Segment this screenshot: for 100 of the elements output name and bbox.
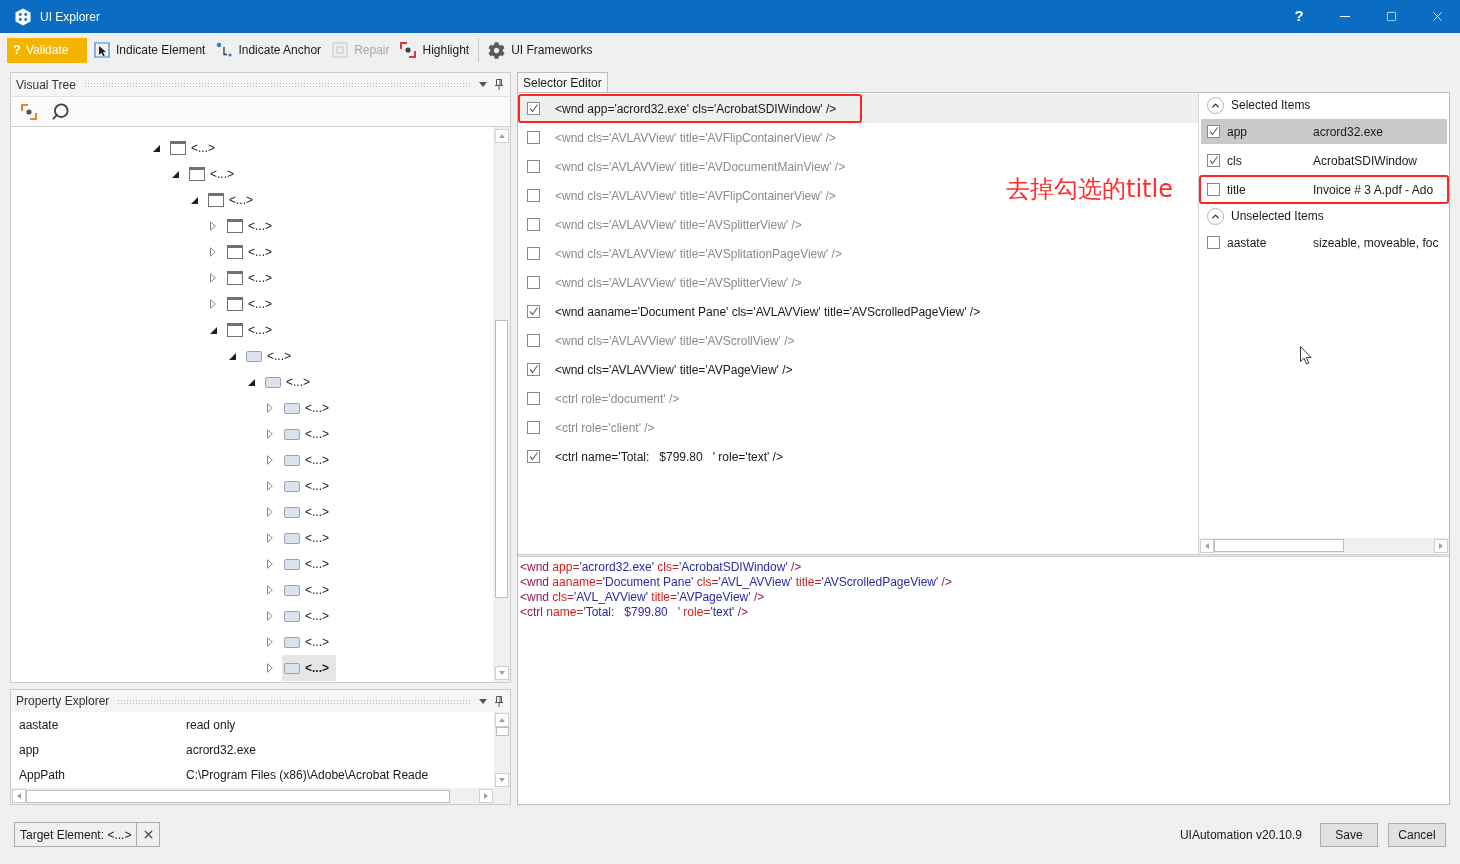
selector-row[interactable]: <wnd cls='AVLAVView' title='AVSplitterView' /> bbox=[518, 210, 828, 239]
selector-row[interactable]: <wnd app='acrord32.exe' cls='AcrobatSDIWindow' /> bbox=[518, 94, 1198, 123]
tree-item[interactable]: <...> bbox=[282, 551, 337, 577]
checkbox[interactable] bbox=[1207, 154, 1220, 167]
collapsed-triangle-icon[interactable] bbox=[210, 273, 216, 283]
attribute-row[interactable]: app acrord32.exe bbox=[1201, 119, 1447, 144]
selector-row[interactable]: <wnd aaname='Document Pane' cls='AVLAVView' title='AVScrolledPageView' /> bbox=[518, 297, 1007, 326]
dialog-button[interactable]: Save bbox=[1320, 822, 1378, 847]
checkbox[interactable] bbox=[527, 189, 540, 202]
tree-item[interactable]: <...> bbox=[282, 603, 337, 629]
tree-item[interactable]: <...> bbox=[206, 187, 261, 213]
collapsed-triangle-icon[interactable] bbox=[210, 247, 216, 257]
checkbox[interactable] bbox=[527, 102, 540, 115]
checkbox[interactable] bbox=[527, 131, 540, 144]
tree-item[interactable]: <...> bbox=[282, 629, 337, 655]
selector-row[interactable]: <wnd cls='AVLAVView' title='AVPageView' /> bbox=[518, 355, 819, 384]
checkbox[interactable] bbox=[527, 450, 540, 463]
expanded-triangle-icon[interactable] bbox=[171, 170, 179, 178]
checkbox[interactable] bbox=[527, 392, 540, 405]
tree-item[interactable]: <...> bbox=[282, 525, 337, 551]
scrollbar[interactable] bbox=[11, 788, 494, 804]
collapse-chevron-icon[interactable] bbox=[1207, 96, 1224, 114]
checkbox[interactable] bbox=[527, 421, 540, 434]
tree-item[interactable]: <...> bbox=[282, 473, 337, 499]
tree-item[interactable]: <...> bbox=[225, 213, 280, 239]
selector-row[interactable]: <ctrl role='document' /> bbox=[518, 384, 706, 413]
checkbox[interactable] bbox=[1207, 125, 1220, 138]
tree-item[interactable]: <...> bbox=[225, 265, 280, 291]
checkbox[interactable] bbox=[527, 363, 540, 376]
selector-row[interactable]: <wnd cls='AVLAVView' title='AVFlipContainerView' /> bbox=[518, 181, 862, 210]
collapsed-triangle-icon[interactable] bbox=[267, 611, 273, 621]
dropdown-icon[interactable] bbox=[479, 698, 487, 704]
search-icon[interactable] bbox=[51, 102, 70, 121]
tree-item[interactable]: <...> bbox=[282, 499, 337, 525]
collapsed-triangle-icon[interactable] bbox=[267, 507, 273, 517]
checkbox[interactable] bbox=[1207, 236, 1220, 249]
scrollbar[interactable] bbox=[1199, 538, 1449, 553]
attribute-row[interactable]: aastate sizeable, moveable, foc bbox=[1201, 230, 1447, 255]
clear-target-button[interactable] bbox=[137, 822, 161, 847]
collapsed-triangle-icon[interactable] bbox=[267, 481, 273, 491]
collapsed-triangle-icon[interactable] bbox=[267, 455, 273, 465]
toolbar-button[interactable]: Highlight bbox=[396, 37, 474, 63]
tree-item[interactable]: <...> bbox=[225, 239, 280, 265]
collapsed-triangle-icon[interactable] bbox=[267, 637, 273, 647]
scrollbar[interactable] bbox=[494, 712, 510, 788]
dialog-button[interactable]: Cancel bbox=[1388, 822, 1446, 847]
expanded-triangle-icon[interactable] bbox=[247, 378, 255, 386]
selector-row[interactable]: <wnd cls='AVLAVView' title='AVSplitationPageView' /> bbox=[518, 239, 868, 268]
expanded-triangle-icon[interactable] bbox=[152, 144, 160, 152]
toolbar-button[interactable]: UI Frameworks bbox=[484, 37, 597, 63]
scrollbar-thumb[interactable] bbox=[26, 789, 450, 803]
target-frame-icon[interactable] bbox=[21, 103, 37, 120]
pin-icon[interactable] bbox=[495, 79, 503, 90]
collapsed-triangle-icon[interactable] bbox=[267, 533, 273, 543]
tree-item[interactable]: <...> bbox=[168, 135, 223, 161]
selector-row[interactable]: <wnd cls='AVLAVView' title='AVFlipContainerView' /> bbox=[518, 123, 862, 152]
checkbox[interactable] bbox=[1207, 183, 1220, 196]
checkbox[interactable] bbox=[527, 247, 540, 260]
tree-item[interactable]: <...> bbox=[282, 577, 337, 603]
toolbar-button[interactable]: Indicate Anchor bbox=[212, 37, 326, 63]
dropdown-icon[interactable] bbox=[479, 82, 487, 87]
tree-item[interactable]: <...> bbox=[282, 395, 337, 421]
tree-item[interactable]: <...> bbox=[225, 317, 280, 343]
scrollbar[interactable] bbox=[493, 127, 510, 682]
tree-item[interactable]: <...> bbox=[263, 369, 318, 395]
collapsed-triangle-icon[interactable] bbox=[267, 429, 273, 439]
selector-row[interactable]: <wnd cls='AVLAVView' title='AVScrollView' /> bbox=[518, 326, 821, 355]
collapsed-triangle-icon[interactable] bbox=[267, 663, 273, 673]
target-element-button[interactable]: Target Element: <...> bbox=[14, 822, 138, 847]
collapse-chevron-icon[interactable] bbox=[1207, 207, 1224, 225]
selector-row[interactable]: <wnd cls='AVLAVView' title='AVDocumentMainView' /> bbox=[518, 152, 872, 181]
help-button[interactable]: ? bbox=[1276, 0, 1322, 33]
tree-item[interactable]: <...> bbox=[244, 343, 299, 369]
tree-item[interactable]: <...> bbox=[282, 447, 337, 473]
checkbox[interactable] bbox=[527, 305, 540, 318]
collapsed-triangle-icon[interactable] bbox=[267, 585, 273, 595]
scrollbar-thumb[interactable] bbox=[495, 320, 508, 598]
scrollbar-thumb[interactable] bbox=[1214, 539, 1344, 552]
collapsed-triangle-icon[interactable] bbox=[267, 403, 273, 413]
tree-item[interactable]: <...> bbox=[225, 291, 280, 317]
checkbox[interactable] bbox=[527, 276, 540, 289]
expanded-triangle-icon[interactable] bbox=[190, 196, 198, 204]
expanded-triangle-icon[interactable] bbox=[228, 352, 236, 360]
tree-item[interactable]: <...> bbox=[282, 421, 337, 447]
checkbox[interactable] bbox=[527, 160, 540, 173]
collapsed-triangle-icon[interactable] bbox=[267, 559, 273, 569]
tree-item[interactable]: <...> bbox=[187, 161, 242, 187]
attribute-row[interactable]: title Invoice # 3 A.pdf - Ado bbox=[1201, 177, 1447, 202]
attribute-row[interactable]: cls AcrobatSDIWindow bbox=[1201, 148, 1447, 173]
expanded-triangle-icon[interactable] bbox=[209, 326, 217, 334]
pin-icon[interactable] bbox=[495, 695, 503, 707]
collapsed-triangle-icon[interactable] bbox=[210, 221, 216, 231]
tree-item[interactable]: <...> bbox=[282, 655, 337, 681]
scrollbar-thumb[interactable] bbox=[495, 727, 509, 736]
selector-row[interactable]: <ctrl role='client' /> bbox=[518, 413, 681, 442]
selector-row[interactable]: <wnd cls='AVLAVView' title='AVSplitterView' /> bbox=[518, 268, 828, 297]
selector-editor-tab[interactable]: Selector Editor bbox=[517, 72, 608, 93]
toolbar-button[interactable]: Indicate Element bbox=[90, 37, 210, 63]
checkbox[interactable] bbox=[527, 334, 540, 347]
selector-row[interactable]: <ctrl name='Total: $799.80 ' role='text' /> bbox=[518, 442, 809, 471]
